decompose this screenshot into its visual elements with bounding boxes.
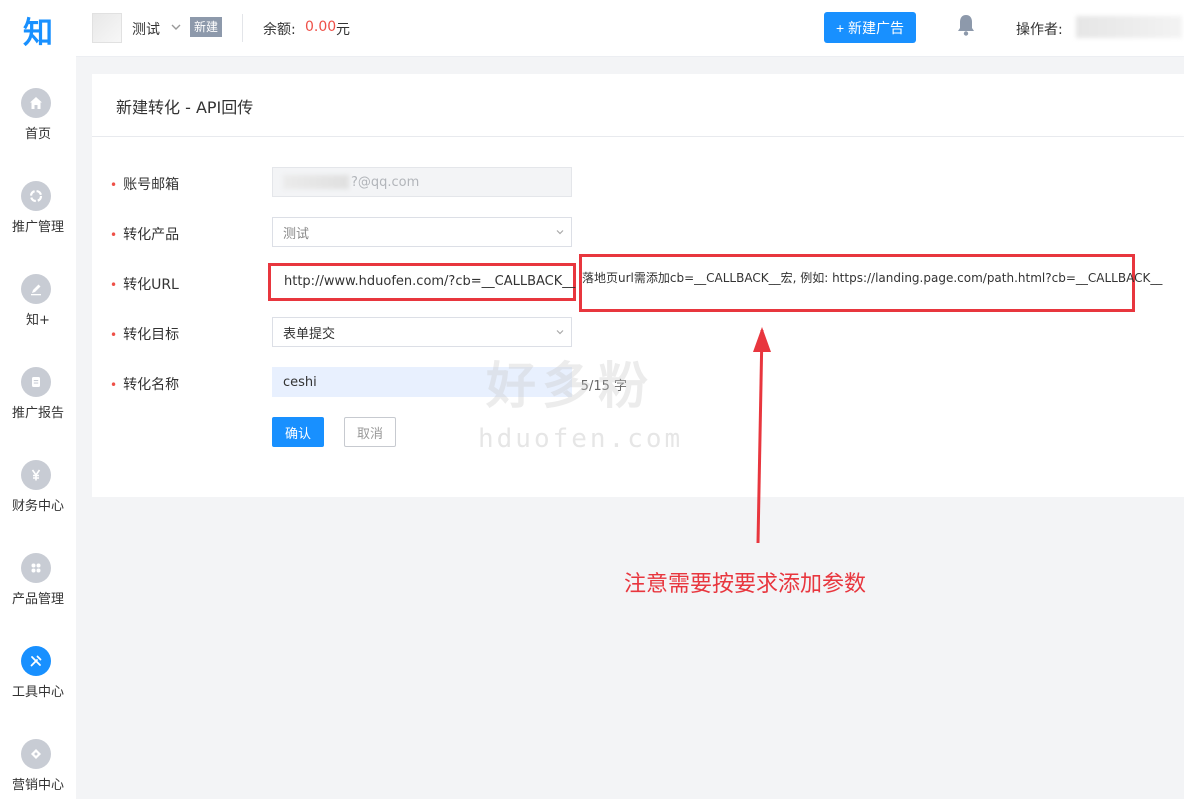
- sidebar-item-label: 推广管理: [11, 220, 64, 235]
- sidebar-item-label: 首页: [24, 127, 51, 142]
- page-title: 新建转化 - API回传: [116, 98, 254, 117]
- watermark-cn: 好多粉: [486, 356, 654, 415]
- goal-label: • 转化目标: [110, 327, 180, 343]
- report-icon: [21, 367, 51, 397]
- product-select[interactable]: 测试: [272, 217, 572, 247]
- sidebar-item-zhiplus[interactable]: 知+: [0, 274, 76, 354]
- sidebar-item-label: 推广报告: [11, 406, 64, 421]
- balance-unit: 元: [336, 22, 350, 38]
- email-label: • 账号邮箱: [110, 177, 180, 193]
- promotion-icon: [21, 181, 51, 211]
- marketing-icon: [21, 739, 51, 769]
- url-input-value: http://www.hduofen.com/?cb=__CALLBACK__: [284, 274, 576, 289]
- balance-value: 0.00: [305, 19, 337, 35]
- chevron-down-icon: [556, 330, 564, 335]
- sidebar-item-label: 知+: [26, 313, 50, 328]
- required-mark: •: [110, 378, 118, 392]
- sidebar-item-label: 营销中心: [11, 778, 64, 793]
- sidebar-item-products[interactable]: 产品管理: [0, 553, 76, 633]
- account-name[interactable]: 测试: [132, 19, 160, 39]
- app-logo[interactable]: 知: [0, 8, 76, 52]
- url-label: • 转化URL: [110, 277, 179, 293]
- operator-name-redacted: [1076, 16, 1182, 38]
- pen-icon: [21, 274, 51, 304]
- operator-label: 操作者:: [1016, 22, 1063, 38]
- product-label: • 转化产品: [110, 227, 180, 243]
- sidebar-item-label: 工具中心: [11, 685, 64, 700]
- url-hint-text: 落地页url需添加cb=__CALLBACK__宏, 例如: https://l…: [582, 271, 1163, 285]
- sidebar-item-report[interactable]: 推广报告: [0, 367, 76, 447]
- cancel-button[interactable]: 取消: [344, 417, 396, 447]
- sidebar-item-label: 产品管理: [11, 592, 64, 607]
- balance-label: 余额:: [263, 22, 296, 38]
- chevron-down-icon: [556, 230, 564, 235]
- bell-icon[interactable]: [956, 13, 976, 37]
- sidebar-item-promotion[interactable]: 推广管理: [0, 181, 76, 261]
- header-divider: [242, 14, 243, 42]
- required-mark: •: [110, 328, 118, 342]
- sidebar-item-home[interactable]: 首页: [0, 88, 76, 168]
- tools-icon: [21, 646, 51, 676]
- account-avatar[interactable]: [92, 13, 122, 43]
- goal-select[interactable]: 表单提交: [272, 317, 572, 347]
- sidebar-item-marketing[interactable]: 营销中心: [0, 739, 76, 799]
- required-mark: •: [110, 178, 118, 192]
- email-redacted: [283, 175, 349, 189]
- sidebar-item-tools[interactable]: 工具中心: [0, 646, 76, 726]
- confirm-button[interactable]: 确认: [272, 417, 324, 447]
- home-icon: [21, 88, 51, 118]
- new-tag[interactable]: 新建: [190, 17, 223, 37]
- name-label: • 转化名称: [110, 377, 180, 393]
- sidebar-item-finance[interactable]: 财务中心: [0, 460, 76, 540]
- new-ad-button[interactable]: + 新建广告: [824, 12, 916, 43]
- title-divider: [92, 136, 1184, 137]
- email-field: ?@qq.com: [272, 167, 572, 197]
- sidebar: 知 首页 推广管理 知+ 推广报告 财务中心 产品管理 工具中心 营销中心: [0, 0, 76, 799]
- annotation-text: 注意需要按要求添加参数: [624, 572, 867, 597]
- required-mark: •: [110, 228, 118, 242]
- watermark-en: hduofen.com: [478, 424, 684, 454]
- sidebar-item-label: 财务中心: [11, 499, 64, 514]
- grid-icon: [21, 553, 51, 583]
- yen-icon: [21, 460, 51, 490]
- chevron-down-icon[interactable]: [170, 21, 182, 33]
- top-header: 测试 新建 余额: 0.00 元 + 新建广告 操作者:: [76, 0, 1184, 57]
- required-mark: •: [110, 278, 118, 292]
